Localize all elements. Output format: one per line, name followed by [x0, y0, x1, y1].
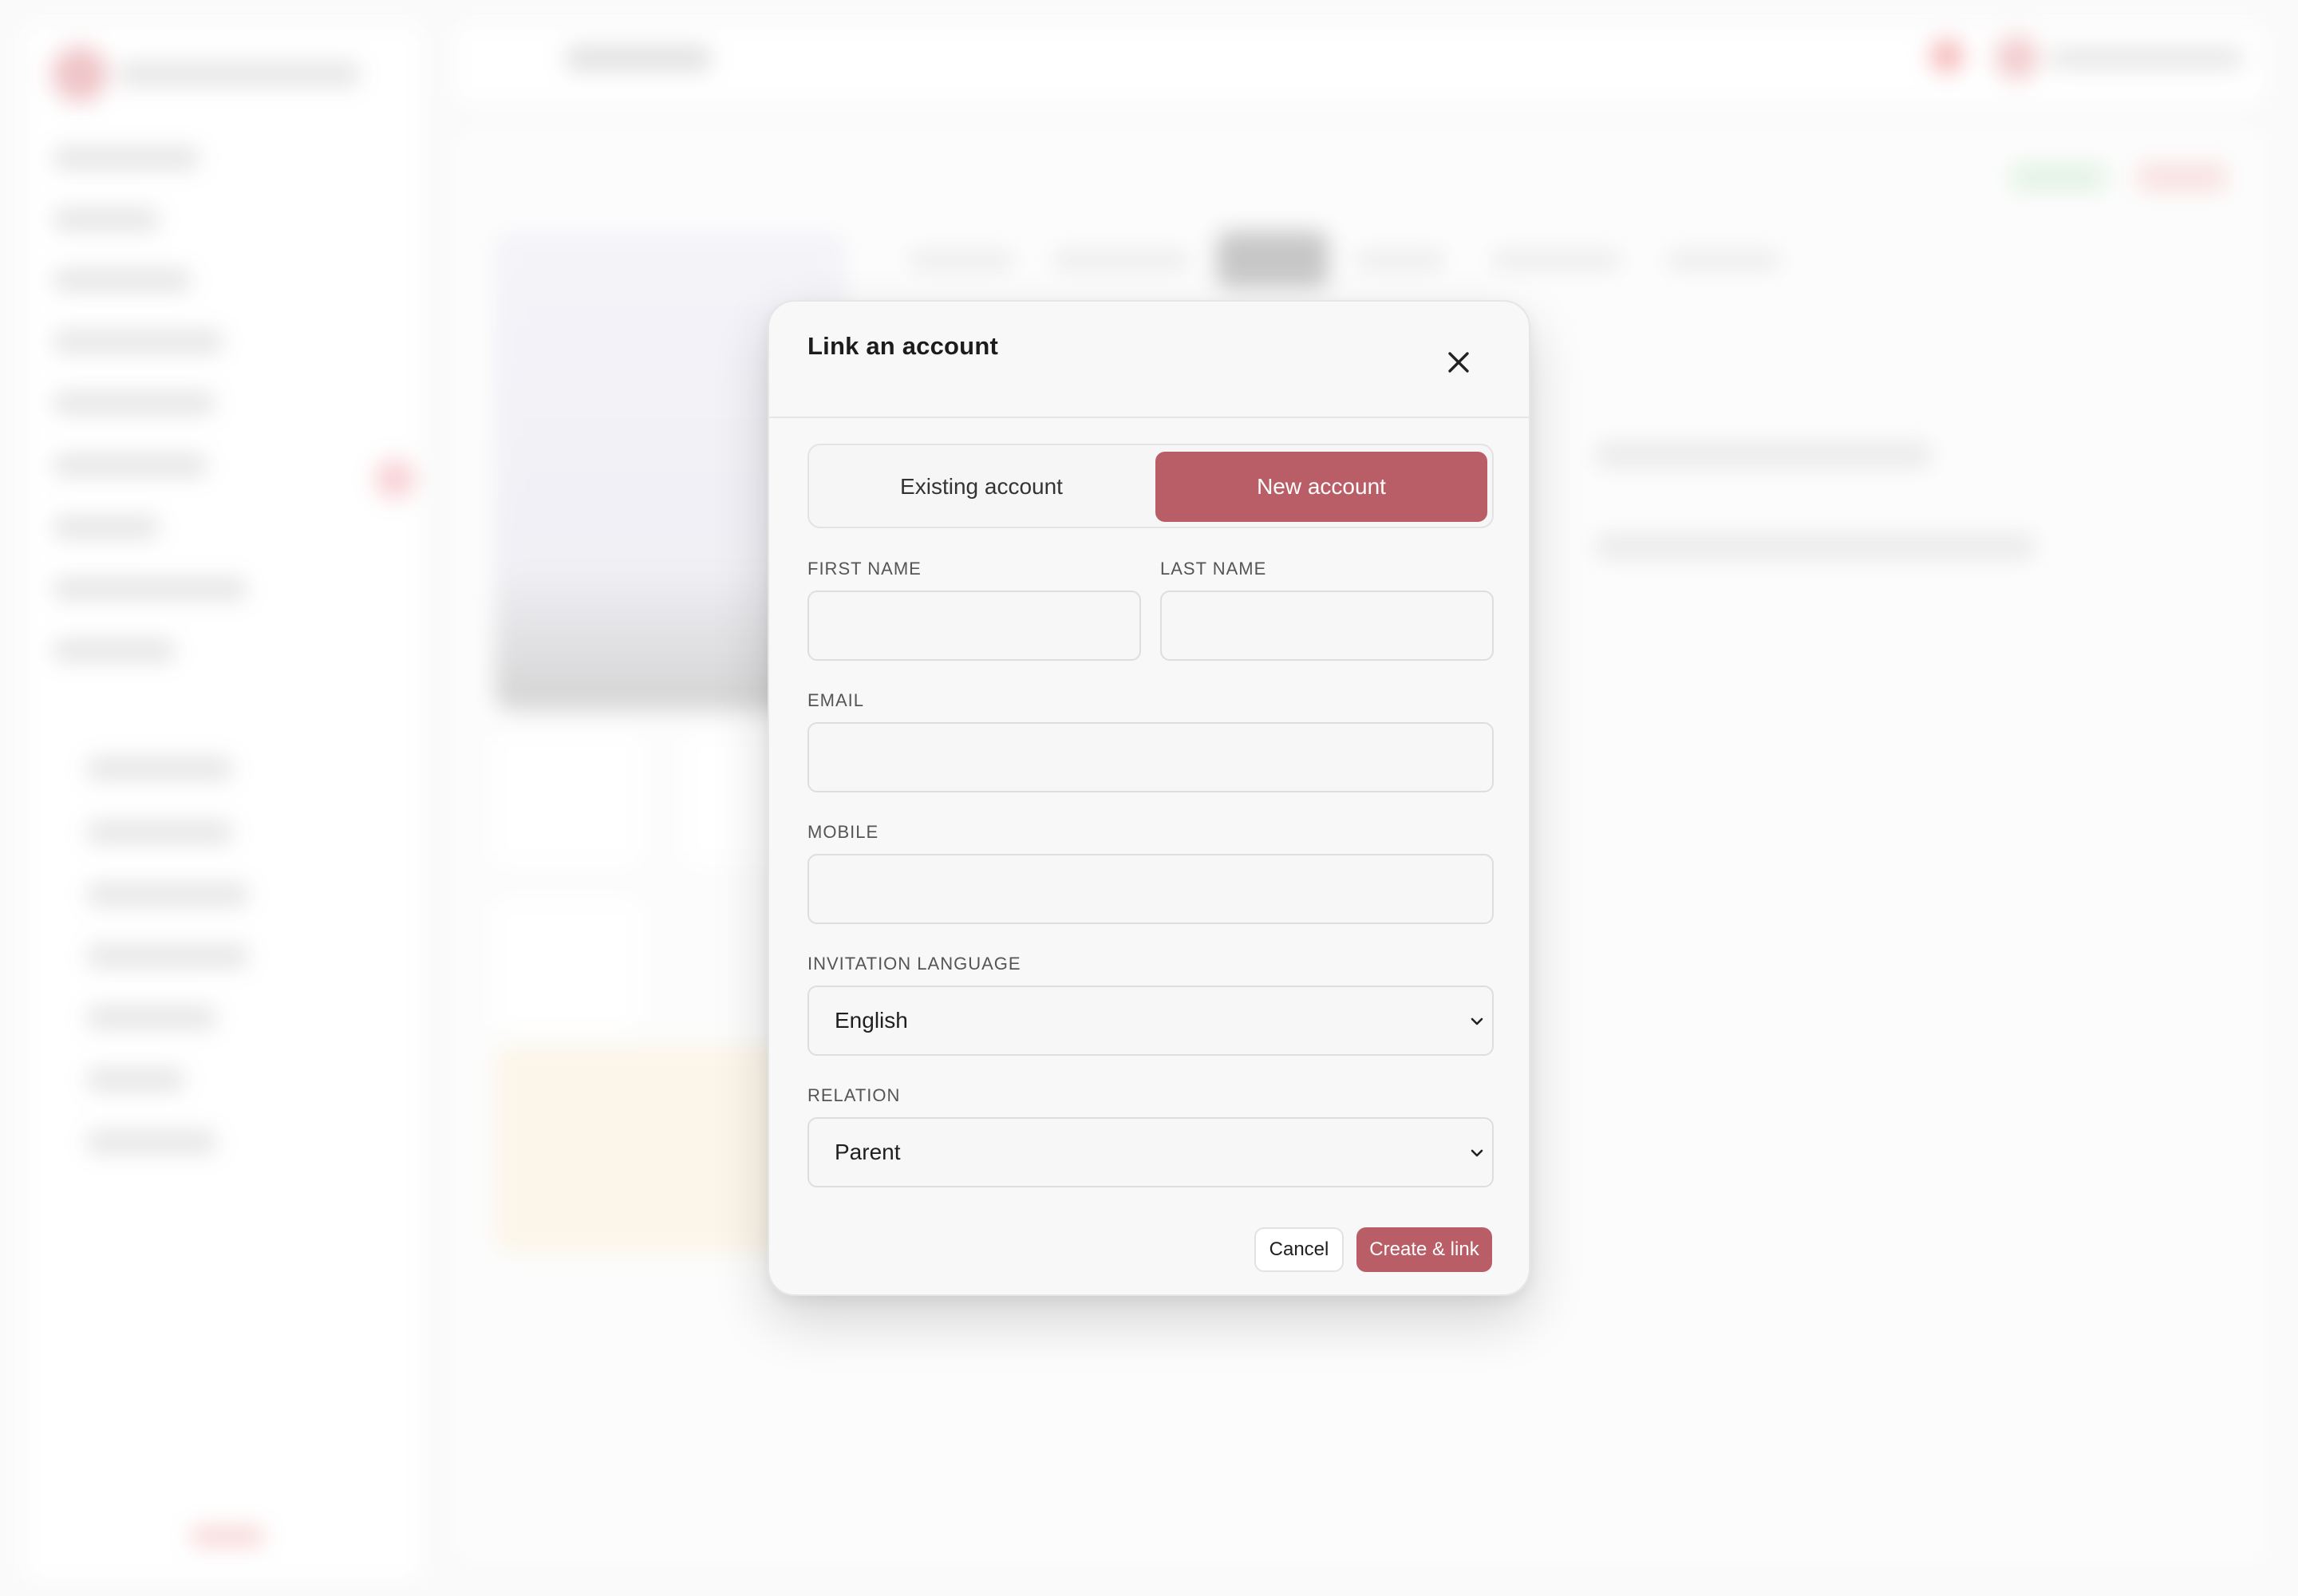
- dialog-header: Link an account: [769, 302, 1529, 418]
- link-account-dialog: Link an account Existing account New acc…: [768, 300, 1530, 1296]
- relation-select[interactable]: Parent: [807, 1117, 1494, 1187]
- last-name-label: LAST NAME: [1160, 559, 1267, 579]
- account-type-toggle: Existing account New account: [807, 444, 1494, 528]
- mobile-label: MOBILE: [807, 822, 879, 842]
- existing-account-tab[interactable]: Existing account: [815, 452, 1147, 522]
- mobile-field[interactable]: [807, 854, 1494, 924]
- email-label: EMAIL: [807, 690, 865, 710]
- chevron-down-icon: [1471, 1017, 1483, 1025]
- email-field[interactable]: [807, 722, 1494, 792]
- new-account-tab[interactable]: New account: [1155, 452, 1487, 522]
- cancel-button[interactable]: Cancel: [1254, 1227, 1344, 1272]
- first-name-label: FIRST NAME: [807, 559, 922, 579]
- close-button[interactable]: [1438, 342, 1479, 383]
- first-name-field[interactable]: [807, 591, 1141, 661]
- chevron-down-icon: [1471, 1149, 1483, 1157]
- last-name-field[interactable]: [1160, 591, 1494, 661]
- relation-label: RELATION: [807, 1085, 901, 1105]
- invitation-language-value: English: [835, 1008, 908, 1033]
- invitation-language-select[interactable]: English: [807, 986, 1494, 1056]
- invitation-language-label: INVITATION LANGUAGE: [807, 954, 1021, 974]
- relation-value: Parent: [835, 1140, 901, 1164]
- close-icon: [1448, 352, 1469, 373]
- create-and-link-button[interactable]: Create & link: [1356, 1227, 1492, 1272]
- dialog-title: Link an account: [807, 332, 998, 360]
